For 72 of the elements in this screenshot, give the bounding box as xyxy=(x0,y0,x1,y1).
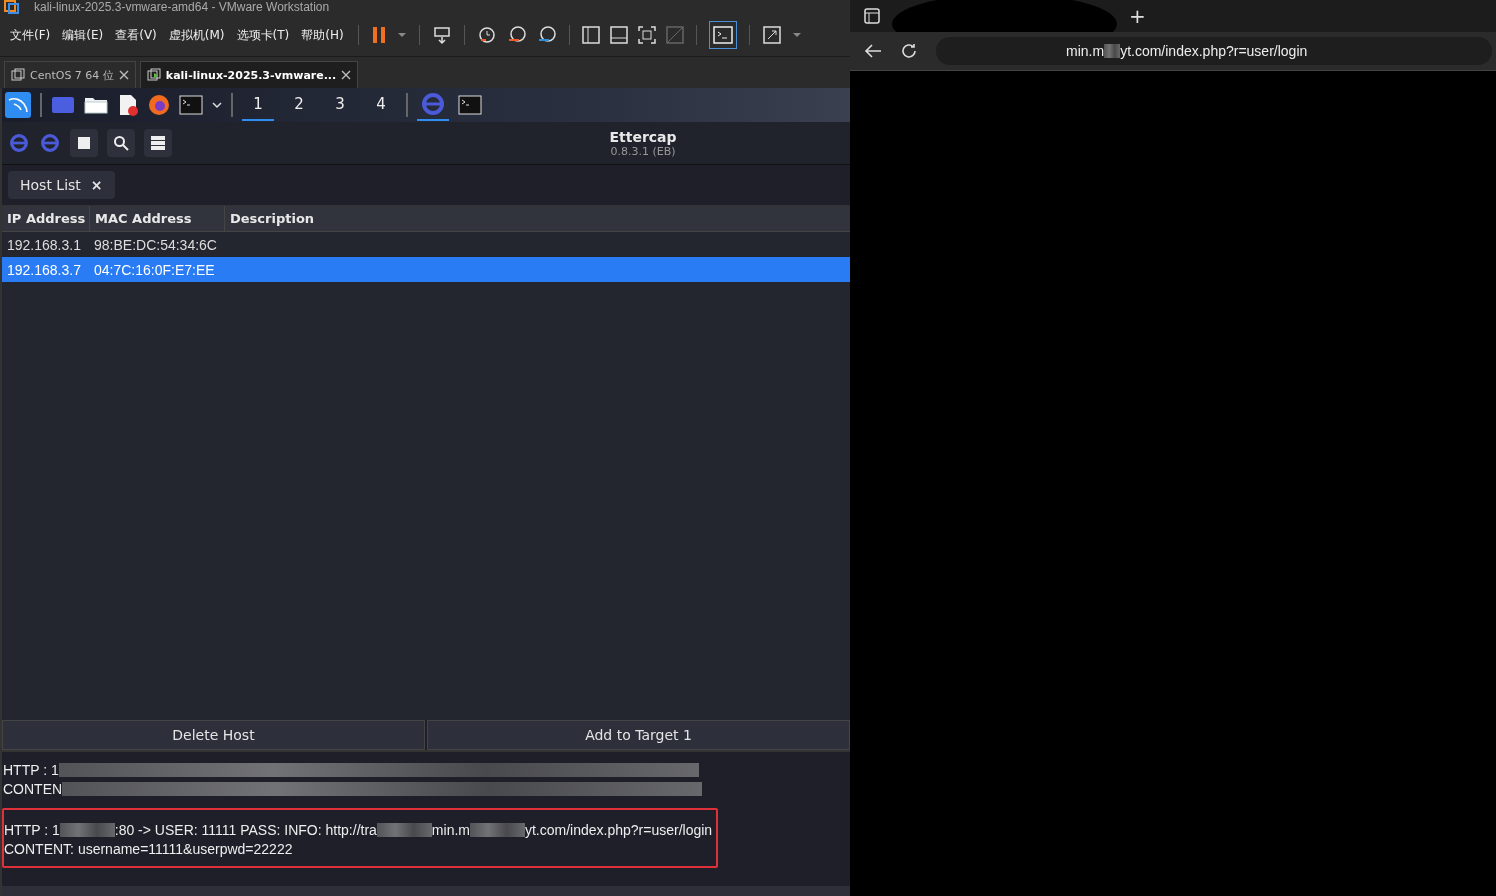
window-title: kali-linux-2025.3-vmware-amd64 - VMware Workstation xyxy=(34,0,330,14)
pause-icon[interactable] xyxy=(370,26,387,44)
log-text: HTTP : 1 xyxy=(3,761,59,778)
vm-tab[interactable]: kali-linux-2025.3-vmware... xyxy=(139,61,359,88)
hosts-button[interactable] xyxy=(144,129,172,157)
thumbnail-bar-icon[interactable] xyxy=(609,26,628,44)
vm-icon xyxy=(146,68,161,82)
url-text: min.m xyxy=(1066,43,1105,59)
new-tab-button[interactable]: + xyxy=(1129,4,1146,28)
log-text: CONTEN xyxy=(3,780,63,797)
log-text: :80 -> USER: 11111 PASS: INFO: http://tra xyxy=(114,821,377,838)
menu-item[interactable]: 帮助(H) xyxy=(301,26,344,44)
menu-item[interactable]: 选项卡(T) xyxy=(236,26,290,44)
kali-menu-icon[interactable] xyxy=(5,92,31,118)
caret-icon[interactable] xyxy=(791,32,802,38)
log-text: min.m xyxy=(431,821,470,838)
address-bar[interactable]: min.m yt.com/index.php?r=user/login xyxy=(936,37,1492,65)
workspace-button[interactable]: 3 xyxy=(324,89,356,121)
send-keys-icon[interactable] xyxy=(431,25,452,45)
menu-item[interactable]: 查看(V) xyxy=(115,26,157,44)
app-title: Ettercap xyxy=(609,128,677,145)
vmware-logo-icon xyxy=(4,0,20,14)
search-icon xyxy=(113,135,129,151)
log-text: HTTP : 1 xyxy=(4,821,60,838)
chevron-down-icon[interactable] xyxy=(212,101,222,109)
refresh-icon[interactable] xyxy=(900,42,918,60)
sidebar-icon[interactable] xyxy=(581,26,600,44)
unity-icon[interactable] xyxy=(665,26,684,44)
revert-icon[interactable] xyxy=(506,25,527,45)
fullscreen-icon[interactable] xyxy=(637,26,656,44)
blurred-text xyxy=(376,822,432,837)
search-button[interactable] xyxy=(107,129,135,157)
log-text: CONTENT: username=11111&userpwd=22222 xyxy=(4,840,293,857)
snapshot-icon[interactable] xyxy=(476,25,497,45)
close-icon[interactable] xyxy=(341,70,352,80)
close-icon[interactable] xyxy=(118,70,129,80)
column-header[interactable]: MAC Address xyxy=(90,206,225,231)
action-button[interactable]: Delete Host xyxy=(2,720,425,750)
workspace-button[interactable]: 2 xyxy=(283,89,315,121)
stretch-icon[interactable] xyxy=(761,25,782,45)
blurred-text xyxy=(1104,44,1121,58)
console-icon[interactable] xyxy=(708,21,737,49)
desktop-icon[interactable] xyxy=(51,95,75,115)
tab-actions-icon[interactable] xyxy=(864,8,880,24)
caret-icon[interactable] xyxy=(396,32,407,38)
vm-icon xyxy=(11,68,25,82)
workspace-button[interactable]: 4 xyxy=(365,89,397,121)
folder-icon[interactable] xyxy=(84,95,108,115)
stop-button[interactable] xyxy=(70,129,98,157)
back-icon[interactable] xyxy=(864,43,882,59)
text-editor-icon[interactable] xyxy=(117,94,139,116)
blurred-text xyxy=(59,822,115,837)
terminal-icon[interactable] xyxy=(458,95,482,115)
column-header[interactable]: Description xyxy=(225,206,850,231)
log-text: yt.com/index.php?r=user/login xyxy=(525,821,713,838)
firefox-icon[interactable] xyxy=(148,94,170,116)
stop-icon xyxy=(78,137,90,149)
host-list-tab[interactable]: Host List × xyxy=(8,171,115,199)
terminal-icon[interactable] xyxy=(179,95,203,115)
url-text: yt.com/index.php?r=user/login xyxy=(1120,43,1308,59)
menu-item[interactable]: 虚拟机(M) xyxy=(168,26,225,44)
menu-item[interactable]: 编辑(E) xyxy=(62,26,104,44)
column-header[interactable]: IP Address xyxy=(2,206,90,231)
menu-item[interactable]: 文件(F) xyxy=(10,26,51,44)
vm-tab[interactable]: CentOS 7 64 位 xyxy=(4,61,136,88)
action-button[interactable]: Add to Target 1 xyxy=(427,720,850,750)
server-icon xyxy=(150,135,166,151)
app-version: 0.8.3.1 (EB) xyxy=(610,144,676,158)
host-row[interactable]: 192.168.3.1 98:BE:DC:54:34:6C xyxy=(2,232,850,257)
blurred-text xyxy=(470,822,525,837)
snapshot-manager-icon[interactable] xyxy=(536,25,557,45)
host-row[interactable]: 192.168.3.7 04:7C:16:0F:E7:EE xyxy=(2,257,850,282)
